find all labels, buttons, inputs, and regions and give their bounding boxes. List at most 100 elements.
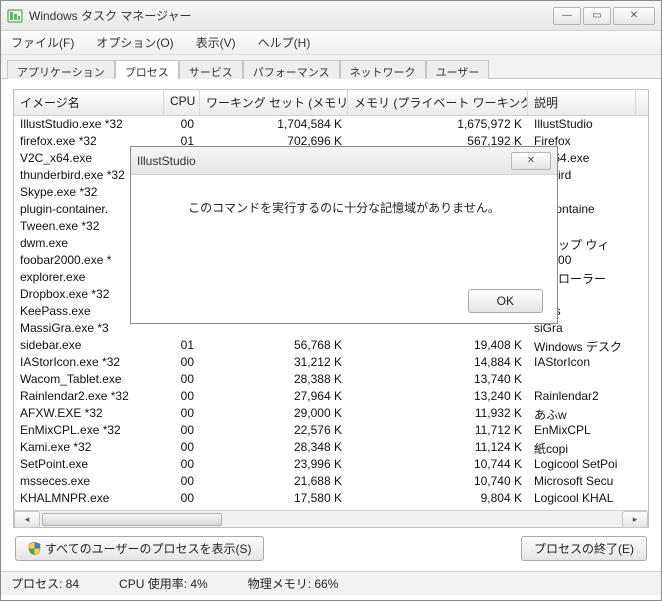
cell-cpu: 00 [164, 490, 200, 507]
table-row[interactable]: IllustStudio.exe *32001,704,584 K1,675,9… [14, 116, 648, 133]
cell-cpu: 00 [164, 405, 200, 422]
col-description[interactable]: 説明 [528, 90, 636, 115]
cell-name: msseces.exe [14, 473, 164, 490]
close-button[interactable]: ✕ [613, 7, 655, 25]
cell-ws: 29,000 K [200, 405, 348, 422]
show-all-users-label: すべてのユーザーのプロセスを表示(S) [45, 540, 251, 557]
cell-ws: 23,060 K [200, 507, 348, 510]
cell-ws: 23,996 K [200, 456, 348, 473]
cell-pws: 10,744 K [348, 456, 528, 473]
cell-ws: 31,212 K [200, 354, 348, 371]
table-row[interactable]: SetPoint.exe0023,996 K10,744 KLogicool S… [14, 456, 648, 473]
cell-ws: 1,704,584 K [200, 116, 348, 133]
cell-name: Wacom_Tablet.exe [14, 371, 164, 388]
cell-desc: 紙copi [528, 439, 636, 456]
horizontal-scrollbar[interactable]: ◂ ▸ [14, 510, 648, 527]
cell-desc: EnMixCPL [528, 422, 636, 439]
cell-desc: IAStorIcon [528, 354, 636, 371]
cell-pws: 11,712 K [348, 422, 528, 439]
cell-pws: 14,884 K [348, 354, 528, 371]
tab-bar: アプリケーション プロセス サービス パフォーマンス ネットワーク ユーザー [1, 55, 661, 79]
table-row[interactable]: KHALMNPR.exe0017,580 K9,804 KLogicool KH… [14, 490, 648, 507]
tab-processes[interactable]: プロセス [115, 60, 179, 79]
cell-ws: 27,964 K [200, 388, 348, 405]
status-processes: プロセス: 84 [11, 575, 79, 592]
cell-desc: argexec [528, 507, 636, 510]
cell-desc: IllustStudio [528, 116, 636, 133]
tab-applications[interactable]: アプリケーション [7, 60, 115, 79]
cell-cpu: 00 [164, 473, 200, 490]
cell-pws: 7,424 K [348, 507, 528, 510]
cell-cpu: 00 [164, 354, 200, 371]
cell-pws: 1,675,972 K [348, 116, 528, 133]
app-icon [7, 8, 23, 24]
dialog-title: IllustStudio [137, 154, 511, 168]
table-row[interactable]: AFXW.EXE *320029,000 K11,932 Kあふw [14, 405, 648, 422]
cell-cpu: 00 [164, 456, 200, 473]
table-row[interactable]: Kami.exe *320028,348 K11,124 K紙copi [14, 439, 648, 456]
cell-desc: Windows デスク [528, 337, 636, 354]
col-working-set[interactable]: ワーキング セット (メモリ) [200, 90, 348, 115]
shield-icon [28, 542, 41, 555]
cell-name: IllustStudio.exe *32 [14, 116, 164, 133]
col-cpu[interactable]: CPU [164, 90, 200, 115]
list-header: イメージ名 CPU ワーキング セット (メモリ) メモリ (プライベート ワー… [14, 90, 648, 116]
table-row[interactable]: EnMixCPL.exe *320022,576 K11,712 KEnMixC… [14, 422, 648, 439]
menubar: ファイル(F) オプション(O) 表示(V) ヘルプ(H) [1, 31, 661, 55]
table-row[interactable]: msseces.exe0021,688 K10,740 KMicrosoft S… [14, 473, 648, 490]
table-row[interactable]: IAStorIcon.exe *320031,212 K14,884 KIASt… [14, 354, 648, 371]
dialog-close-button[interactable]: ✕ [511, 152, 551, 170]
scroll-thumb[interactable] [42, 513, 222, 526]
scroll-right-button[interactable]: ▸ [622, 511, 648, 528]
cell-cpu: 00 [164, 439, 200, 456]
cell-desc: Rainlendar2 [528, 388, 636, 405]
cell-ws: 28,388 K [200, 371, 348, 388]
status-memory: 物理メモリ: 66% [248, 575, 339, 592]
cell-cpu: 00 [164, 371, 200, 388]
cell-name: EnMixCPL.exe *32 [14, 422, 164, 439]
cell-desc: Logicool KHAL [528, 490, 636, 507]
status-cpu: CPU 使用率: 4% [119, 575, 208, 592]
cell-ws: 28,348 K [200, 439, 348, 456]
tab-network[interactable]: ネットワーク [340, 60, 426, 79]
table-row[interactable]: Rainlendar2.exe *320027,964 K13,240 KRai… [14, 388, 648, 405]
footer-buttons: すべてのユーザーのプロセスを表示(S) プロセスの終了(E) [13, 528, 649, 565]
titlebar[interactable]: Windows タスク マネージャー — ▭ ✕ [1, 1, 661, 31]
cell-cpu: 00 [164, 116, 200, 133]
cell-pws: 19,408 K [348, 337, 528, 354]
maximize-button[interactable]: ▭ [583, 7, 611, 25]
menu-options[interactable]: オプション(O) [92, 32, 177, 53]
end-process-button[interactable]: プロセスの終了(E) [521, 536, 647, 561]
cell-ws: 56,768 K [200, 337, 348, 354]
cell-name: argexec.exe *32 [14, 507, 164, 510]
table-row[interactable]: Wacom_Tablet.exe0028,388 K13,740 K [14, 371, 648, 388]
minimize-button[interactable]: — [553, 7, 581, 25]
cell-desc: あふw [528, 405, 636, 422]
table-row[interactable]: sidebar.exe0156,768 K19,408 KWindows デスク [14, 337, 648, 354]
tab-users[interactable]: ユーザー [426, 60, 490, 79]
menu-file[interactable]: ファイル(F) [7, 32, 78, 53]
dialog-titlebar[interactable]: IllustStudio ✕ [131, 147, 557, 175]
cell-name: KHALMNPR.exe [14, 490, 164, 507]
cell-cpu: 00 [164, 422, 200, 439]
table-row[interactable]: argexec.exe *320023,060 K7,424 Kargexec [14, 507, 648, 510]
error-dialog: IllustStudio ✕ このコマンドを実行するのに十分な記憶域がありません… [130, 146, 558, 324]
menu-view[interactable]: 表示(V) [192, 32, 240, 53]
dialog-ok-button[interactable]: OK [468, 289, 543, 313]
col-private-ws[interactable]: メモリ (プライベート ワーキング セット) [348, 90, 528, 115]
cell-ws: 21,688 K [200, 473, 348, 490]
cell-cpu: 01 [164, 337, 200, 354]
cell-name: Rainlendar2.exe *32 [14, 388, 164, 405]
cell-name: SetPoint.exe [14, 456, 164, 473]
cell-name: Kami.exe *32 [14, 439, 164, 456]
show-all-users-button[interactable]: すべてのユーザーのプロセスを表示(S) [15, 536, 264, 561]
scroll-left-button[interactable]: ◂ [14, 511, 40, 528]
cell-desc: Logicool SetPoi [528, 456, 636, 473]
window-title: Windows タスク マネージャー [29, 7, 553, 24]
col-image-name[interactable]: イメージ名 [14, 90, 164, 115]
tab-performance[interactable]: パフォーマンス [243, 60, 340, 79]
menu-help[interactable]: ヘルプ(H) [254, 32, 315, 53]
tab-services[interactable]: サービス [179, 60, 243, 79]
cell-cpu: 00 [164, 507, 200, 510]
cell-pws: 11,124 K [348, 439, 528, 456]
